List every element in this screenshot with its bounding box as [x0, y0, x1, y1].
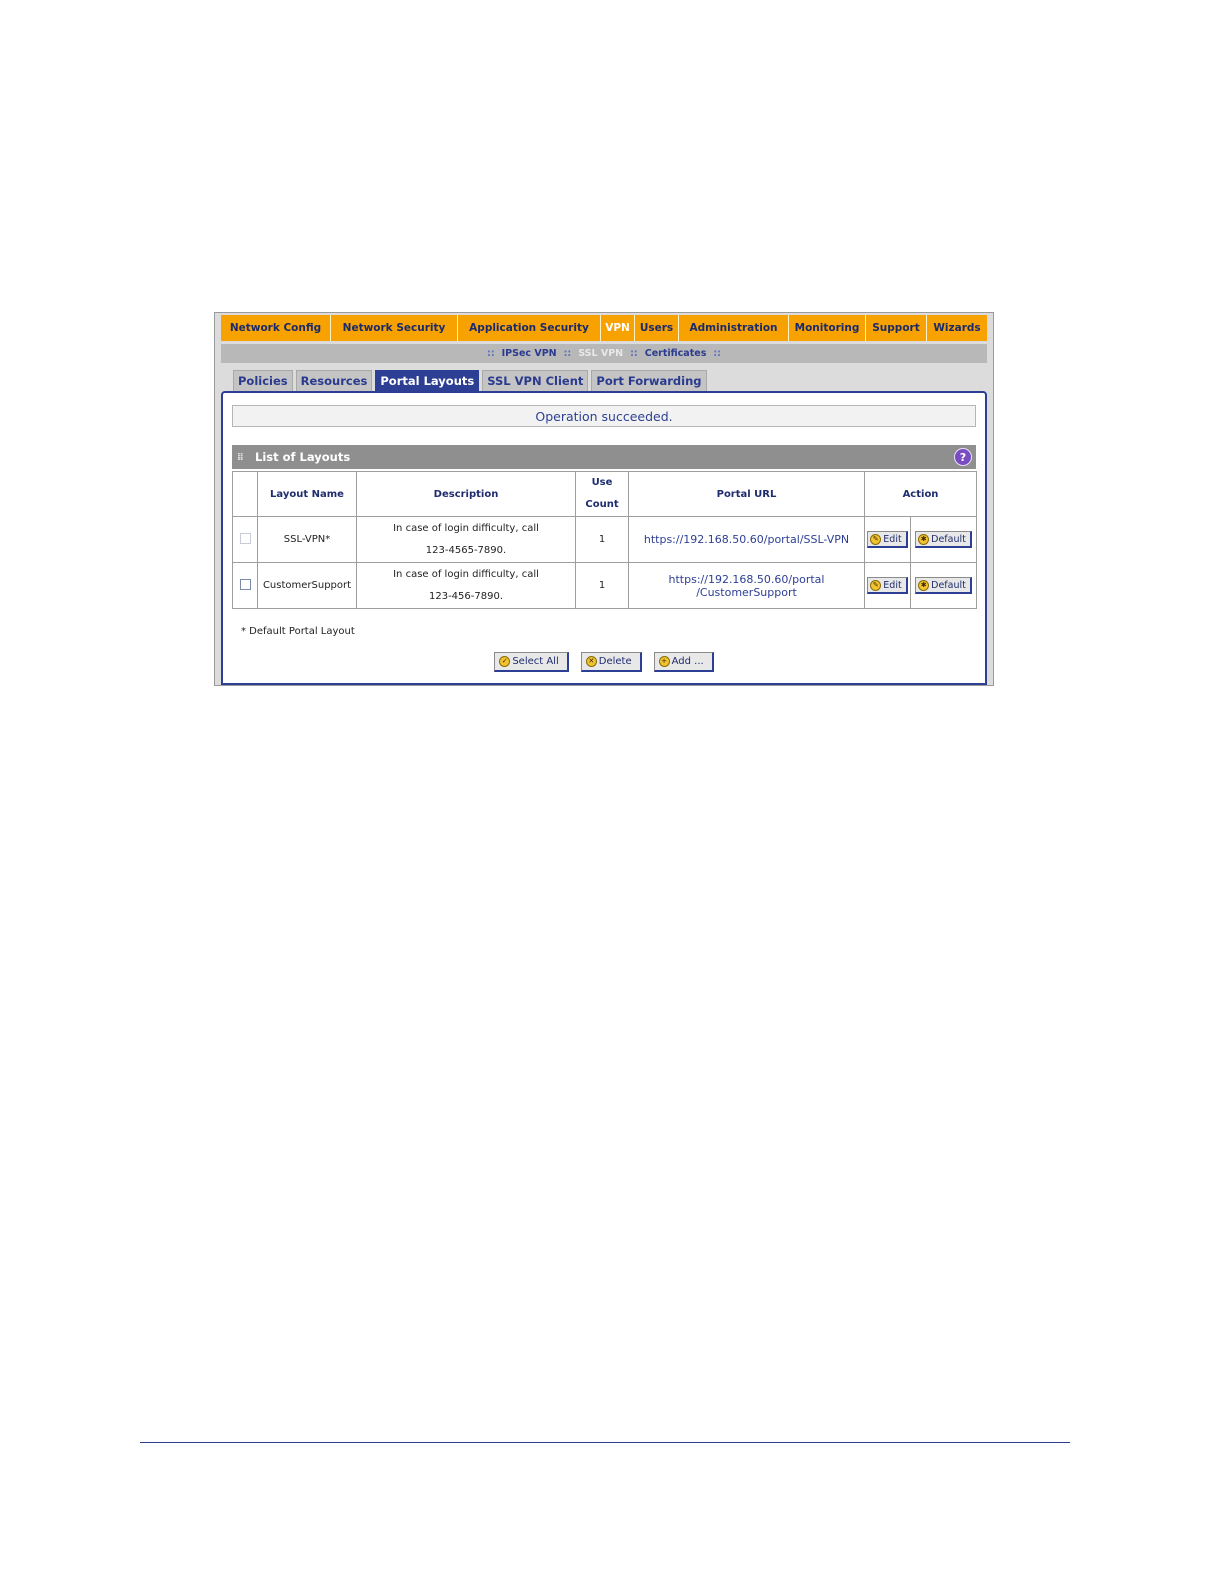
tab-resources[interactable]: Resources — [295, 370, 373, 391]
subnav-ipsec-vpn[interactable]: IPSec VPN — [502, 348, 557, 359]
column-header-use-count: Use Count — [575, 471, 629, 517]
nav-vpn[interactable]: VPN — [601, 315, 635, 341]
default-label: Default — [931, 533, 966, 545]
gear-icon: ✱ — [918, 579, 930, 591]
default-button[interactable]: ✱ Default — [915, 577, 972, 594]
column-header-description: Description — [356, 471, 576, 517]
row-checkbox[interactable] — [239, 578, 251, 590]
subnav-certificates[interactable]: Certificates — [645, 348, 707, 359]
default-cell: ✱ Default — [910, 562, 977, 609]
use-label: Use — [591, 477, 613, 488]
default-label: Default — [931, 579, 966, 591]
x-circle-icon: ✕ — [585, 656, 597, 667]
tab-port-forwarding[interactable]: Port Forwarding — [591, 370, 707, 391]
plus-icon: + — [658, 656, 670, 667]
pencil-icon: ✎ — [870, 579, 882, 591]
tab-policies[interactable]: Policies — [233, 370, 293, 391]
help-icon[interactable]: ? — [954, 448, 972, 466]
nav-network-security[interactable]: Network Security — [331, 315, 458, 341]
description-cell: In case of login difficulty, call 123-45… — [356, 562, 576, 609]
portal-url-link[interactable]: https://192.168.50.60/portal/SSL-VPN — [628, 516, 865, 563]
edit-label: Edit — [883, 533, 902, 545]
description-line: In case of login difficulty, call — [393, 522, 539, 534]
column-header-action: Action — [864, 471, 977, 517]
grip-icon: ⁞⁞ — [237, 451, 244, 463]
table-row: SSL-VPN* In case of login difficulty, ca… — [232, 516, 977, 563]
nav-monitoring[interactable]: Monitoring — [789, 315, 866, 341]
nav-wizards[interactable]: Wizards — [927, 315, 987, 341]
status-message: Operation succeeded. — [232, 405, 976, 427]
nav-support[interactable]: Support — [866, 315, 927, 341]
tab-ssl-vpn-client[interactable]: SSL VPN Client — [482, 370, 589, 391]
select-column-header — [232, 471, 258, 517]
subnav-separator: :: — [487, 348, 495, 359]
nav-administration[interactable]: Administration — [679, 315, 789, 341]
use-count-cell: 1 — [575, 516, 629, 563]
url-line[interactable]: /CustomerSupport — [696, 586, 797, 599]
delete-button[interactable]: ✕ Delete — [580, 652, 642, 672]
screenshot-frame: Network Config Network Security Applicat… — [214, 312, 994, 686]
description-line: In case of login difficulty, call — [393, 568, 539, 580]
portal-url-link[interactable]: https://192.168.50.60/portal /CustomerSu… — [628, 562, 865, 609]
description-line: 123-4565-7890. — [425, 544, 507, 556]
top-nav: Network Config Network Security Applicat… — [221, 315, 987, 341]
check-icon: ✓ — [499, 656, 511, 667]
layout-name-cell: CustomerSupport — [257, 562, 357, 609]
select-all-label: Select All — [512, 656, 559, 667]
default-button[interactable]: ✱ Default — [915, 531, 972, 548]
edit-cell: ✎ Edit — [864, 562, 911, 609]
nav-users[interactable]: Users — [635, 315, 679, 341]
row-select-cell — [232, 562, 258, 609]
description-cell: In case of login difficulty, call 123-45… — [356, 516, 576, 563]
list-title: List of Layouts — [255, 450, 351, 464]
row-checkbox[interactable] — [239, 532, 251, 544]
edit-label: Edit — [883, 579, 902, 591]
column-header-portal-url: Portal URL — [628, 471, 865, 517]
edit-button[interactable]: ✎ Edit — [867, 577, 908, 594]
footer-divider — [140, 1442, 1070, 1443]
column-header-layout-name: Layout Name — [257, 471, 357, 517]
description-line: 123-456-7890. — [428, 590, 504, 602]
subnav-ssl-vpn[interactable]: SSL VPN — [578, 348, 623, 359]
layouts-table: Layout Name Description Use Count Portal… — [232, 471, 977, 609]
add-button[interactable]: + Add ... — [653, 652, 714, 672]
row-select-cell — [232, 516, 258, 563]
nav-application-security[interactable]: Application Security — [458, 315, 601, 341]
count-label: Count — [585, 499, 619, 510]
default-layout-note: * Default Portal Layout — [241, 626, 355, 637]
edit-button[interactable]: ✎ Edit — [867, 531, 908, 548]
content-panel: Operation succeeded. ⁞⁞ List of Layouts … — [221, 391, 987, 685]
default-cell: ✱ Default — [910, 516, 977, 563]
layout-name-cell: SSL-VPN* — [257, 516, 357, 563]
subnav-separator: :: — [713, 348, 721, 359]
delete-label: Delete — [598, 656, 632, 667]
url-line[interactable]: https://192.168.50.60/portal — [669, 573, 825, 586]
subnav-separator: :: — [563, 348, 572, 359]
bottom-button-bar: ✓ Select All ✕ Delete + Add ... — [223, 652, 985, 672]
subnav-separator: :: — [630, 348, 638, 359]
add-label: Add ... — [671, 656, 704, 667]
nav-network-config[interactable]: Network Config — [221, 315, 331, 341]
tab-bar: Policies Resources Portal Layouts SSL VP… — [233, 370, 710, 391]
pencil-icon: ✎ — [870, 533, 882, 545]
tab-portal-layouts[interactable]: Portal Layouts — [375, 370, 480, 391]
sub-nav: :: IPSec VPN :: SSL VPN :: Certificates … — [221, 344, 987, 363]
gear-icon: ✱ — [918, 533, 930, 545]
use-count-cell: 1 — [575, 562, 629, 609]
edit-cell: ✎ Edit — [864, 516, 911, 563]
table-row: CustomerSupport In case of login difficu… — [232, 562, 977, 609]
select-all-button[interactable]: ✓ Select All — [494, 652, 569, 672]
list-header: ⁞⁞ List of Layouts ? — [232, 445, 976, 469]
table-header-row: Layout Name Description Use Count Portal… — [232, 471, 977, 517]
